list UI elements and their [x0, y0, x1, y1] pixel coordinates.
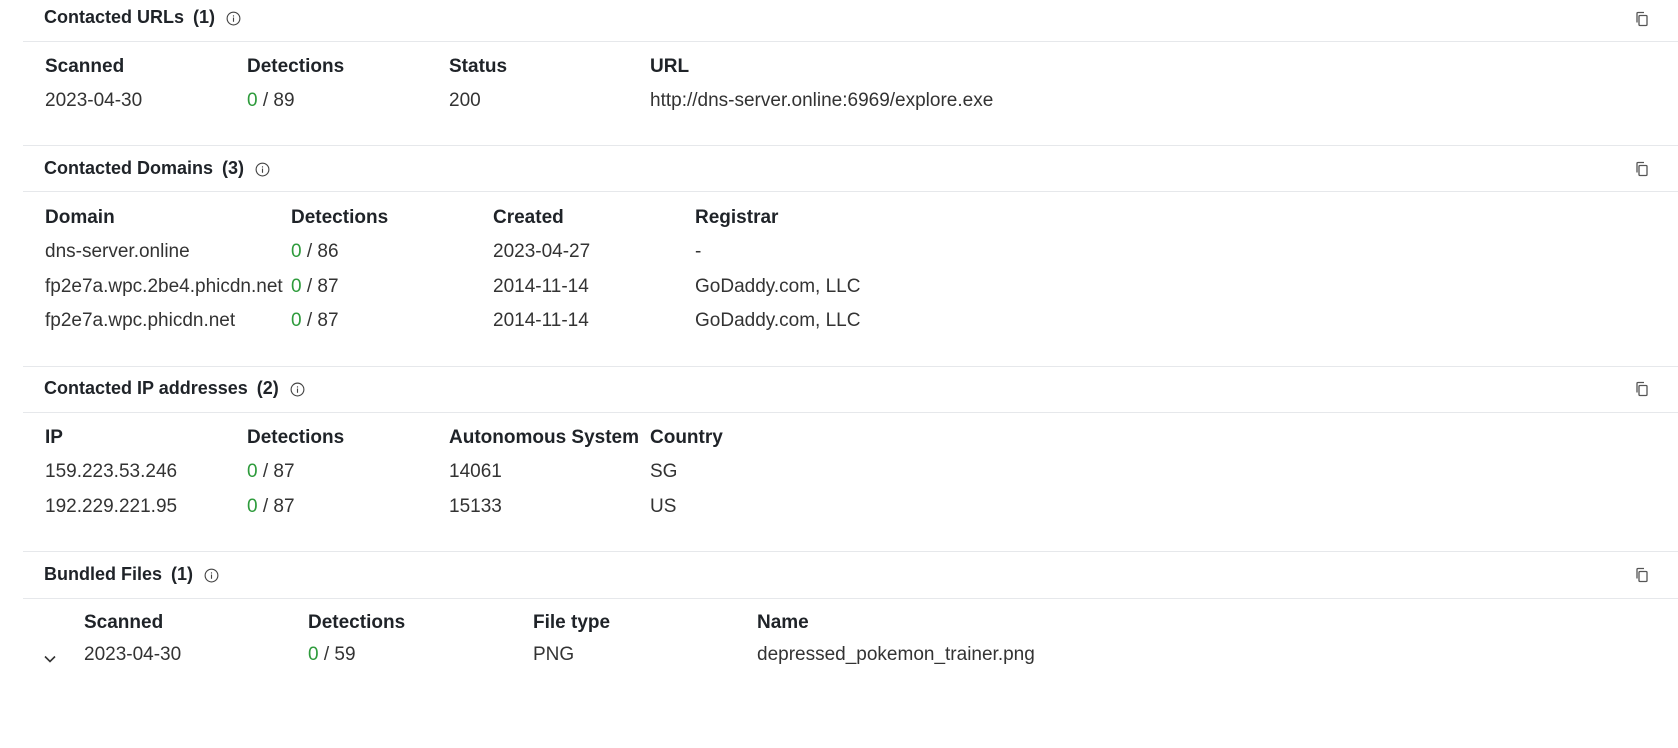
detections-total: / 87: [257, 496, 295, 517]
cell-ip-link[interactable]: 192.229.221.95: [45, 496, 177, 518]
chevron-down-icon[interactable]: [41, 650, 59, 668]
cell-registrar: GoDaddy.com, LLC: [695, 276, 861, 297]
column-header-detections: Detections: [247, 56, 345, 77]
section-count: (2): [256, 378, 279, 398]
column-header-ip: IP: [45, 427, 63, 448]
cell-asn: 15133: [449, 496, 502, 517]
detections-total: / 89: [257, 90, 295, 111]
section-title-text: Contacted IP addresses: [44, 378, 248, 398]
divider: [23, 412, 1678, 413]
column-header-domain: Domain: [45, 207, 115, 228]
section-title-ips: Contacted IP addresses (2): [44, 378, 305, 399]
cell-registrar: GoDaddy.com, LLC: [695, 310, 861, 331]
divider: [23, 191, 1678, 192]
cell-detections[interactable]: 0 / 87: [291, 276, 339, 298]
section-title-text: Contacted Domains: [44, 158, 214, 178]
column-header-created: Created: [493, 207, 564, 228]
divider: [23, 41, 1678, 42]
cell-detections[interactable]: 0 / 86: [291, 241, 339, 263]
copy-icon[interactable]: [1631, 158, 1653, 180]
divider: [23, 145, 1678, 146]
detections-positive: 0: [291, 241, 302, 262]
cell-domain-link[interactable]: fp2e7a.wpc.2be4.phicdn.net: [45, 276, 283, 298]
detections-positive: 0: [247, 496, 258, 517]
column-header-url: URL: [650, 56, 690, 77]
column-header-detections: Detections: [308, 612, 406, 633]
column-header-scanned: Scanned: [45, 56, 125, 77]
detections-total: / 87: [301, 310, 339, 331]
column-header-registrar: Registrar: [695, 207, 779, 228]
detections-total: / 87: [257, 461, 295, 482]
detections-positive: 0: [291, 276, 302, 297]
info-icon[interactable]: [255, 161, 270, 177]
section-count: (1): [171, 564, 194, 584]
bundled-files-section: Bundled Files (1) Scanned Detections Fil…: [23, 551, 1678, 748]
cell-detections[interactable]: 0 / 87: [291, 310, 339, 332]
divider: [23, 598, 1678, 599]
cell-url-link[interactable]: http://dns-server.online:6969/explore.ex…: [650, 90, 993, 112]
cell-domain-link[interactable]: dns-server.online: [45, 241, 190, 263]
info-icon[interactable]: [204, 567, 219, 583]
detections-positive: 0: [247, 90, 258, 111]
section-title-urls: Contacted URLs (1): [44, 7, 241, 28]
detections-positive: 0: [247, 461, 258, 482]
copy-icon[interactable]: [1631, 564, 1653, 586]
cell-detections[interactable]: 0 / 59: [308, 644, 356, 666]
copy-icon[interactable]: [1631, 378, 1653, 400]
detections-total: / 59: [318, 644, 356, 665]
cell-detections[interactable]: 0 / 87: [247, 496, 295, 518]
contacted-urls-section: Contacted URLs (1) Scanned Detections St…: [23, 0, 1678, 145]
cell-ip-link[interactable]: 159.223.53.246: [45, 461, 177, 483]
contacted-domains-section: Contacted Domains (3) Domain Detections …: [23, 145, 1678, 366]
cell-created: 2014-11-14: [493, 310, 589, 331]
cell-domain-link[interactable]: fp2e7a.wpc.phicdn.net: [45, 310, 235, 332]
contacted-ips-section: Contacted IP addresses (2) IP Detections…: [23, 366, 1678, 551]
column-header-status: Status: [449, 56, 508, 77]
column-header-country: Country: [650, 427, 723, 448]
section-title-bundled: Bundled Files (1): [44, 564, 219, 585]
cell-detections[interactable]: 0 / 87: [247, 461, 295, 483]
section-title-domains: Contacted Domains (3): [44, 158, 270, 179]
cell-asn: 14061: [449, 461, 502, 482]
column-header-detections: Detections: [247, 427, 345, 448]
section-count: (1): [193, 7, 216, 27]
column-header-scanned: Scanned: [84, 612, 164, 633]
column-header-name: Name: [757, 612, 809, 633]
section-count: (3): [222, 158, 245, 178]
cell-country: SG: [650, 461, 678, 482]
cell-created: 2023-04-27: [493, 241, 591, 262]
section-title-text: Contacted URLs: [44, 7, 185, 27]
cell-created: 2014-11-14: [493, 276, 589, 297]
info-icon[interactable]: [290, 381, 305, 397]
detections-total: / 86: [301, 241, 339, 262]
divider: [23, 366, 1678, 367]
column-header-autonomous-system: Autonomous System: [449, 427, 640, 448]
cell-registrar: -: [695, 241, 702, 262]
cell-scanned: 2023-04-30: [45, 90, 143, 111]
detections-total: / 87: [301, 276, 339, 297]
section-title-text: Bundled Files: [44, 564, 163, 584]
cell-scanned: 2023-04-30: [84, 644, 182, 665]
copy-icon[interactable]: [1631, 8, 1653, 30]
column-header-file-type: File type: [533, 612, 611, 633]
cell-status: 200: [449, 90, 481, 111]
cell-country: US: [650, 496, 677, 517]
cell-detections[interactable]: 0 / 89: [247, 90, 295, 112]
column-header-detections: Detections: [291, 207, 389, 228]
detections-positive: 0: [291, 310, 302, 331]
cell-name-link[interactable]: depressed_pokemon_trainer.png: [757, 644, 1035, 666]
info-icon[interactable]: [226, 10, 241, 26]
detections-positive: 0: [308, 644, 319, 665]
divider: [23, 551, 1678, 552]
cell-file-type: PNG: [533, 644, 575, 665]
relations-page: Contacted URLs (1) Scanned Detections St…: [0, 0, 1678, 748]
